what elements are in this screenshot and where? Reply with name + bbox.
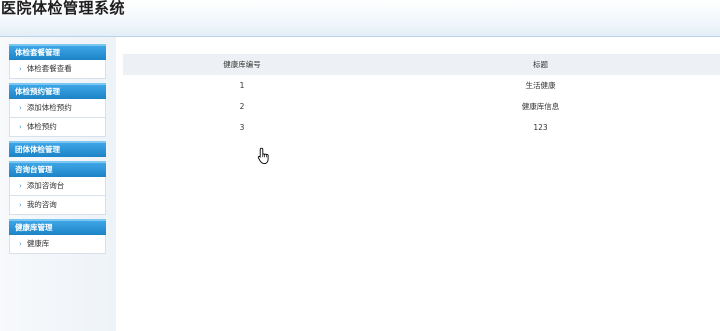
app-header: 医院体检管理系统 (0, 0, 720, 37)
hand-pointer-icon (257, 147, 269, 165)
app-title: 医院体检管理系统 (1, 0, 126, 17)
menu-item-label: 体检预约 (26, 122, 57, 131)
menu-item-booking[interactable]: › 体检预约 (9, 118, 106, 137)
menu-item-my-consult[interactable]: › 我的咨询 (9, 196, 106, 215)
column-header-title: 标题 (361, 54, 720, 75)
column-header-id: 健康库编号 (123, 54, 361, 75)
menu-header-consult[interactable]: 咨询台管理 (9, 161, 106, 177)
menu-item-label: 体检套餐查看 (26, 64, 72, 73)
menu-group-team: 团体体检管理 (9, 141, 106, 157)
menu-group-package: 体检套餐管理 › 体检套餐查看 (9, 44, 106, 79)
chevron-right-icon: › (19, 123, 22, 131)
menu-group-consult: 咨询台管理 › 添加咨询台 › 我的咨询 (9, 161, 106, 215)
health-library-table: 健康库编号 标题 1 生活健康 2 健康库信息 3 123 (123, 54, 720, 138)
chevron-right-icon: › (19, 240, 22, 248)
chevron-right-icon: › (19, 201, 22, 209)
menu-item-label: 我的咨询 (26, 200, 57, 209)
chevron-right-icon: › (19, 182, 22, 190)
menu-item-label: 添加体检预约 (26, 103, 72, 112)
cell-id: 3 (239, 123, 245, 132)
cell-title[interactable]: 123 (361, 117, 720, 138)
cell-title[interactable]: 健康库信息 (361, 96, 720, 117)
menu-header-team[interactable]: 团体体检管理 (9, 141, 106, 157)
cell-title[interactable]: 生活健康 (361, 75, 720, 96)
menu-item-add-consult[interactable]: › 添加咨询台 (9, 177, 106, 196)
menu-group-booking: 体检预约管理 › 添加体检预约 › 体检预约 (9, 83, 106, 137)
table-row[interactable]: 3 123 (123, 117, 720, 138)
cell-id: 1 (239, 81, 245, 90)
menu-header-health[interactable]: 健康库管理 (9, 219, 106, 235)
table-row[interactable]: 2 健康库信息 (123, 96, 720, 117)
menu-item-label: 健康库 (26, 239, 50, 248)
chevron-right-icon: › (19, 65, 22, 73)
menu-item-package-view[interactable]: › 体检套餐查看 (9, 60, 106, 79)
menu-item-label: 添加咨询台 (26, 181, 65, 190)
menu-header-booking[interactable]: 体检预约管理 (9, 83, 106, 99)
table-row[interactable]: 1 生活健康 (123, 75, 720, 96)
menu-item-health-library[interactable]: › 健康库 (9, 235, 106, 254)
cell-id: 2 (239, 102, 245, 111)
main-content: 健康库编号 标题 1 生活健康 2 健康库信息 3 123 (123, 54, 720, 138)
chevron-right-icon: › (19, 104, 22, 112)
menu-header-package[interactable]: 体检套餐管理 (9, 44, 106, 60)
menu-group-health: 健康库管理 › 健康库 (9, 219, 106, 254)
table-header-row: 健康库编号 标题 (123, 54, 720, 75)
menu-item-add-booking[interactable]: › 添加体检预约 (9, 99, 106, 118)
sidebar: 体检套餐管理 › 体检套餐查看 体检预约管理 › 添加体检预约 › 体检预约 团体体检… (9, 44, 106, 258)
